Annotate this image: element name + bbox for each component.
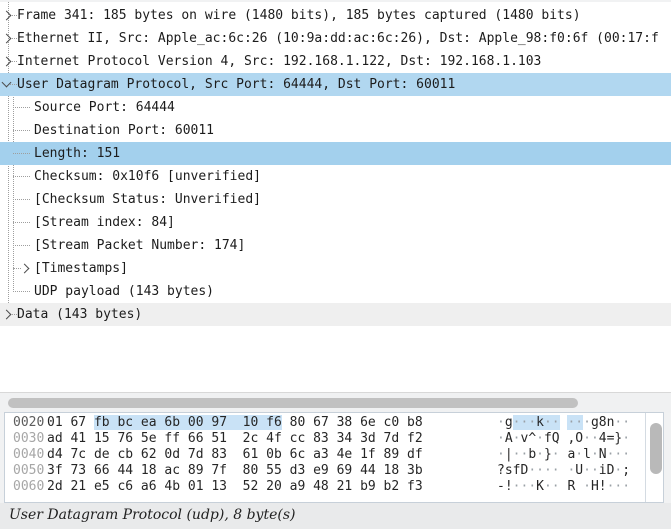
scrollbar-separator (645, 413, 646, 502)
tree-row-udp[interactable]: User Datagram Protocol, Src Port: 64444,… (0, 73, 671, 96)
status-field-info: User Datagram Protocol (udp), 8 byte(s) (0, 503, 671, 528)
hex-row[interactable]: 0030ad 41 15 76 5e ff 66 51 2c 4f cc 83 … (5, 431, 663, 447)
tree-row-ethernet[interactable]: Ethernet II, Src: Apple_ac:6c:26 (10:9a:… (0, 27, 671, 50)
tree-row-label: [Stream Packet Number: 174] (34, 238, 245, 253)
hex-bytes[interactable]: 2d 21 e5 c6 a6 4b 01 13 52 20 a9 48 21 b… (47, 479, 497, 495)
tree-row-udp-stream-packet-number[interactable]: [Stream Packet Number: 174] (0, 234, 671, 257)
ascii-bytes[interactable]: ·A·v^·fQ ,O··4=}· (497, 431, 630, 446)
hex-offset: 0020 (13, 415, 47, 431)
hex-row[interactable]: 00602d 21 e5 c6 a6 4b 01 13 52 20 a9 48 … (5, 479, 663, 495)
tree-branch-line (13, 199, 30, 200)
hex-offset: 0030 (13, 431, 47, 447)
tree-row-udp-checksum[interactable]: Checksum: 0x10f6 [unverified] (0, 165, 671, 188)
hex-row[interactable]: 002001 67 fb bc ea 6b 00 97 10 f6 80 67 … (5, 415, 663, 431)
hex-bytes[interactable]: ad 41 15 76 5e ff 66 51 2c 4f cc 83 34 3… (47, 431, 497, 447)
tree-row-label: Destination Port: 60011 (34, 123, 214, 138)
hex-bytes[interactable]: 3f 73 66 44 18 ac 89 7f 80 55 d3 e9 69 4… (47, 463, 497, 479)
tree-row-label: Internet Protocol Version 4, Src: 192.16… (17, 54, 541, 69)
tree-row-label: Frame 341: 185 bytes on wire (1480 bits)… (17, 8, 581, 23)
tree-branch-line (13, 291, 30, 292)
ascii-bytes[interactable]: ·g···k·· ···g8n·· (497, 415, 630, 430)
tree-row-label: User Datagram Protocol, Src Port: 64444,… (17, 77, 455, 92)
packet-detail-pane: Frame 341: 185 bytes on wire (1480 bits)… (0, 2, 671, 392)
tree-branch-line (13, 130, 30, 131)
tree-row-data[interactable]: Data (143 bytes) (0, 303, 671, 326)
hex-offset: 0060 (13, 479, 47, 495)
hex-offset: 0040 (13, 447, 47, 463)
detail-pane-hscrollbar (0, 392, 671, 413)
tree-branch-line (13, 245, 30, 246)
chevron-down-icon[interactable] (2, 78, 12, 88)
hex-bytes[interactable]: d4 7c de cb 62 0d 7d 83 61 0b 6c a3 4e 1… (47, 447, 497, 463)
hex-bytes[interactable]: 01 67 fb bc ea 6b 00 97 10 f6 80 67 38 6… (47, 415, 497, 431)
tree-branch-line (13, 176, 30, 177)
tree-branch-line (13, 153, 30, 154)
chevron-right-icon[interactable] (2, 34, 12, 44)
tree-row-frame[interactable]: Frame 341: 185 bytes on wire (1480 bits)… (0, 4, 671, 27)
tree-row-udp-src-port[interactable]: Source Port: 64444 (0, 96, 671, 119)
tree-branch-line (10, 84, 17, 85)
tree-row-label: Source Port: 64444 (34, 100, 175, 115)
chevron-right-icon[interactable] (2, 11, 12, 21)
tree-row-label: [Checksum Status: Unverified] (34, 192, 261, 207)
hex-row[interactable]: 00503f 73 66 44 18 ac 89 7f 80 55 d3 e9 … (5, 463, 663, 479)
vscrollbar-thumb[interactable] (650, 423, 662, 474)
tree-row-label: Ethernet II, Src: Apple_ac:6c:26 (10:9a:… (17, 31, 659, 46)
tree-row-udp-dst-port[interactable]: Destination Port: 60011 (0, 119, 671, 142)
tree-row-ip[interactable]: Internet Protocol Version 4, Src: 192.16… (0, 50, 671, 73)
tree-row-label: Length: 151 (34, 146, 120, 161)
ascii-bytes[interactable]: ?sfD···· ·U··iD·; (497, 463, 630, 478)
ascii-bytes[interactable]: ·|··b·}· a·l·N··· (497, 447, 630, 462)
tree-row-udp-checksum-status[interactable]: [Checksum Status: Unverified] (0, 188, 671, 211)
tree-row-label: Data (143 bytes) (17, 307, 142, 322)
tree-branch-line (13, 107, 30, 108)
hex-dump-rows: 002001 67 fb bc ea 6b 00 97 10 f6 80 67 … (5, 415, 663, 495)
tree-row-udp-length[interactable]: Length: 151 (0, 142, 671, 165)
tree-row-label: UDP payload (143 bytes) (34, 284, 214, 299)
ascii-bytes[interactable]: -!···K·· R ·H!··· (497, 479, 630, 494)
chevron-right-icon[interactable] (2, 57, 12, 67)
tree-row-udp-timestamps[interactable]: [Timestamps] (0, 257, 671, 280)
tree-branch-line (13, 222, 30, 223)
hex-row[interactable]: 0040d4 7c de cb 62 0d 7d 83 61 0b 6c a3 … (5, 447, 663, 463)
hex-offset: 0050 (13, 463, 47, 479)
hex-dump-pane: 002001 67 fb bc ea 6b 00 97 10 f6 80 67 … (4, 412, 664, 503)
hscrollbar-thumb[interactable] (8, 398, 578, 408)
chevron-right-icon[interactable] (20, 264, 30, 274)
chevron-right-icon[interactable] (2, 310, 12, 320)
packet-detail-tree: Frame 341: 185 bytes on wire (1480 bits)… (0, 4, 671, 326)
tree-row-label: Checksum: 0x10f6 [unverified] (34, 169, 261, 184)
tree-row-label: [Timestamps] (34, 261, 128, 276)
status-bar: User Datagram Protocol (udp), 8 byte(s) (0, 503, 671, 529)
tree-row-udp-stream-index[interactable]: [Stream index: 84] (0, 211, 671, 234)
tree-row-udp-payload[interactable]: UDP payload (143 bytes) (0, 280, 671, 303)
tree-row-label: [Stream index: 84] (34, 215, 175, 230)
